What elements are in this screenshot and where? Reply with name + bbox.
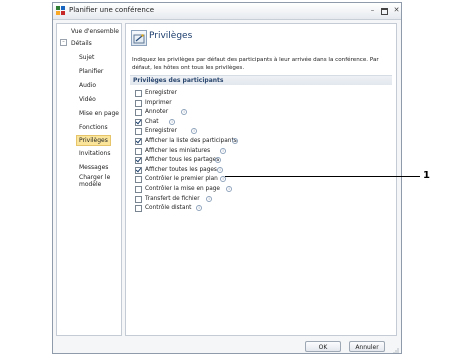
permission-checkbox[interactable] [135, 109, 142, 117]
permission-label: Afficher la liste des participants [145, 138, 237, 144]
permission-checkbox[interactable] [135, 205, 142, 213]
permission-label: Imprimer [145, 99, 172, 106]
dialog-window: Planifier une conférence – ✕ – Vue d'ens… [52, 2, 402, 354]
permission-checkbox[interactable] [135, 186, 142, 193]
permission-checkbox[interactable] [135, 90, 142, 97]
maximize-button[interactable] [379, 5, 390, 16]
privileges-icon [131, 30, 147, 46]
sidebar-item-audio[interactable]: Audio [79, 82, 96, 89]
info-icon[interactable]: i [232, 138, 238, 144]
window-title: Planifier une conférence [69, 6, 155, 14]
permission-label: Afficher tous les partages [145, 157, 220, 164]
callout-number: 1 [423, 170, 430, 181]
sidebar-item-layout[interactable]: Mise en page [79, 110, 119, 117]
permission-checkbox[interactable] [135, 147, 142, 155]
privileges-panel: Privilèges Indiquez les privilèges par d… [125, 23, 397, 336]
resize-grip-icon[interactable] [393, 348, 399, 354]
permission-label: Enregistrer [145, 128, 177, 135]
permission-label: Contrôle distant [145, 205, 192, 212]
sidebar-item-subject[interactable]: Sujet [79, 54, 94, 61]
info-icon[interactable]: i [217, 166, 223, 173]
permission-checkbox[interactable] [135, 118, 142, 126]
info-icon[interactable]: i [206, 195, 212, 202]
sidebar-item-privileges[interactable]: Privilèges [76, 135, 111, 146]
sidebar-item-invitations[interactable]: Invitations [79, 150, 110, 157]
permission-label: Enregistrer [145, 90, 177, 96]
close-button[interactable]: ✕ [391, 5, 402, 16]
ok-button[interactable]: OK [305, 341, 341, 352]
info-icon[interactable]: i [181, 109, 187, 116]
permission-checkbox[interactable] [135, 166, 142, 174]
permission-checkbox[interactable] [135, 128, 142, 136]
cancel-button[interactable]: Annuler [349, 341, 385, 352]
info-icon[interactable]: i [215, 157, 221, 164]
permission-label: Annoter [145, 109, 169, 116]
sidebar-item-functions[interactable]: Fonctions [79, 124, 108, 131]
permission-checkbox[interactable] [135, 176, 142, 184]
sidebar-item-video[interactable]: Vidéo [79, 96, 96, 103]
sidebar-item-overview[interactable]: Vue d'ensemble [71, 28, 119, 35]
info-icon[interactable]: i [220, 176, 226, 183]
permission-label: Contrôler la mise en page [145, 186, 220, 192]
info-icon[interactable]: i [226, 186, 232, 192]
page-title: Privilèges [149, 31, 193, 41]
sidebar-item-details[interactable]: Détails [71, 40, 92, 47]
collapse-toggle-icon[interactable]: – [60, 39, 67, 46]
info-icon[interactable]: i [196, 205, 202, 212]
info-icon[interactable]: i [220, 147, 226, 154]
permission-label: Chat [145, 118, 159, 125]
info-icon[interactable]: i [169, 118, 175, 125]
callout-line [225, 176, 420, 177]
app-icon [56, 6, 65, 15]
title-bar: Planifier une conférence – ✕ [53, 3, 401, 20]
info-icon[interactable]: i [191, 128, 197, 135]
sidebar-item-messages[interactable]: Messages [79, 164, 108, 171]
permission-checkbox[interactable] [135, 157, 142, 165]
section-header-participant-privileges: Privilèges des participants [130, 75, 392, 85]
permission-label: Transfert de fichier [145, 195, 200, 202]
permission-checkbox[interactable] [135, 99, 142, 107]
permission-checkbox[interactable] [135, 138, 142, 145]
privileges-description: Indiquez les privilèges par défaut des p… [132, 57, 379, 71]
minimize-button[interactable]: – [367, 5, 378, 16]
permission-label: Afficher toutes les pages [145, 166, 217, 173]
navigation-sidebar: – Vue d'ensemble Détails Sujet Planifier… [56, 23, 122, 336]
permission-label: Afficher les miniatures [145, 147, 211, 154]
permission-label: Contrôler le premier plan [145, 176, 218, 183]
sidebar-item-schedule[interactable]: Planifier [79, 68, 103, 75]
sidebar-item-load-template[interactable]: Charger le modèle [79, 174, 110, 188]
permission-checkbox[interactable] [135, 195, 142, 203]
